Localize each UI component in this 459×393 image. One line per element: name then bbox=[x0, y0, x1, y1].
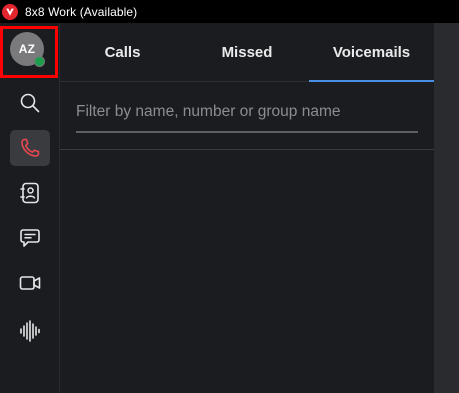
divider bbox=[60, 149, 434, 150]
tab-bar: Calls Missed Voicemails bbox=[60, 23, 434, 82]
navigation-rail: AZ bbox=[0, 23, 60, 393]
title-bar: 8x8 Work (Available) bbox=[0, 0, 459, 23]
rail-item-chat[interactable] bbox=[10, 220, 50, 256]
rail-item-calls[interactable] bbox=[10, 130, 50, 166]
chat-icon bbox=[20, 229, 40, 247]
contacts-icon bbox=[20, 182, 39, 204]
video-camera-icon bbox=[19, 276, 41, 290]
rail-item-voice[interactable] bbox=[10, 313, 50, 349]
tab-voicemails[interactable]: Voicemails bbox=[309, 23, 434, 82]
calls-panel: Calls Missed Voicemails Filter by name, … bbox=[60, 23, 434, 393]
window-title: 8x8 Work (Available) bbox=[25, 4, 138, 19]
tab-missed[interactable]: Missed bbox=[185, 23, 309, 82]
search-icon bbox=[20, 93, 40, 113]
voice-waveform-icon bbox=[20, 320, 40, 342]
side-panel bbox=[434, 23, 459, 393]
rail-item-video[interactable] bbox=[10, 265, 50, 301]
filter-input[interactable]: Filter by name, number or group name bbox=[76, 99, 418, 133]
rail-item-search[interactable] bbox=[10, 85, 50, 121]
selected-tab-indicator bbox=[309, 80, 434, 82]
tab-calls[interactable]: Calls bbox=[60, 23, 185, 82]
phone-icon bbox=[21, 138, 40, 157]
rail-item-contacts[interactable] bbox=[10, 175, 50, 211]
8x8-logo-icon bbox=[2, 3, 18, 20]
presence-available-icon bbox=[34, 56, 45, 67]
